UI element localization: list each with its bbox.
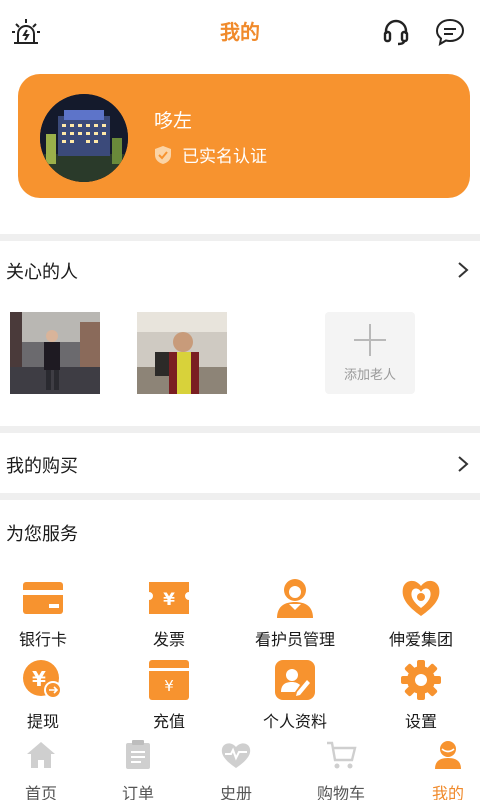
top-bar: 我的 xyxy=(0,0,480,62)
invoice-icon: ¥ xyxy=(149,582,189,614)
service-label: 伸爱集团 xyxy=(388,630,453,649)
service-label: 发票 xyxy=(152,630,185,649)
svg-text:¥: ¥ xyxy=(163,590,175,610)
svg-text:¥: ¥ xyxy=(164,677,174,695)
tab-label: 首页 xyxy=(24,784,57,800)
heart-history-icon xyxy=(221,743,251,768)
service-invoice[interactable]: ¥ 发票 xyxy=(114,576,224,649)
plus-icon xyxy=(354,324,386,356)
home-icon xyxy=(27,742,55,768)
order-icon xyxy=(126,740,150,769)
caregiver-icon xyxy=(277,579,313,618)
profile-card[interactable]: 哆左 已实名认证 xyxy=(18,74,470,198)
care-title: 关心的人 xyxy=(6,262,78,283)
add-elder-button[interactable]: 添加老人 xyxy=(325,312,415,394)
verification-status: 已实名认证 xyxy=(154,142,267,167)
tab-label: 史册 xyxy=(219,784,252,800)
tab-label: 订单 xyxy=(121,784,154,800)
tab-cart[interactable]: 购物车 xyxy=(301,740,381,800)
cart-icon xyxy=(327,741,357,769)
username: 哆左 xyxy=(154,110,193,132)
services-title: 为您服务 xyxy=(6,524,78,545)
service-label: 看护员管理 xyxy=(254,630,335,649)
tab-home[interactable]: 首页 xyxy=(1,740,81,800)
service-label: 设置 xyxy=(404,712,437,731)
tab-label: 购物车 xyxy=(316,784,365,800)
bank-card-icon xyxy=(23,582,63,614)
service-group[interactable]: 伸爱集团 xyxy=(366,576,476,649)
bottom-tab-bar: 首页 订单 史册 购物车 我的 xyxy=(0,734,480,800)
chevron-right-icon xyxy=(458,456,469,472)
tab-mine[interactable]: 我的 xyxy=(408,740,480,800)
purchases-title: 我的购买 xyxy=(6,456,78,477)
chevron-right-icon xyxy=(458,262,469,278)
service-label: 提现 xyxy=(26,712,59,731)
svg-text:¥: ¥ xyxy=(32,667,46,691)
care-person-image xyxy=(137,312,227,394)
care-person-photo[interactable] xyxy=(137,312,227,394)
group-logo-icon xyxy=(402,580,440,616)
add-elder-label: 添加老人 xyxy=(343,368,396,383)
care-person-image xyxy=(10,312,100,394)
service-bank-card[interactable]: 银行卡 xyxy=(0,576,98,649)
user-icon xyxy=(435,741,461,769)
profile-edit-icon xyxy=(275,660,315,700)
withdraw-icon: ¥ xyxy=(23,660,62,699)
settings-gear-icon xyxy=(401,660,441,700)
service-caregiver[interactable]: 看护员管理 xyxy=(240,576,350,649)
service-settings[interactable]: 设置 xyxy=(366,658,476,731)
divider xyxy=(0,426,480,433)
tab-orders[interactable]: 订单 xyxy=(98,740,178,800)
care-person-photo[interactable] xyxy=(10,312,100,394)
headset-icon[interactable] xyxy=(380,16,412,48)
service-label: 个人资料 xyxy=(262,712,327,731)
service-label: 银行卡 xyxy=(18,630,67,649)
recharge-icon: ¥ xyxy=(149,660,189,700)
service-withdraw[interactable]: ¥ 提现 xyxy=(0,658,98,731)
service-label: 充值 xyxy=(152,712,185,731)
divider xyxy=(0,493,480,500)
tab-label: 我的 xyxy=(431,784,464,800)
shield-check-icon xyxy=(155,145,171,164)
avatar[interactable] xyxy=(40,94,128,182)
message-icon[interactable] xyxy=(434,16,466,48)
service-recharge[interactable]: ¥ 充值 xyxy=(114,658,224,731)
tab-history[interactable]: 史册 xyxy=(196,740,276,800)
care-row[interactable]: 关心的人 xyxy=(0,246,480,296)
avatar-photo xyxy=(40,94,128,182)
service-profile[interactable]: 个人资料 xyxy=(240,658,350,731)
verification-label: 已实名认证 xyxy=(182,147,267,167)
divider xyxy=(0,234,480,241)
purchases-row[interactable]: 我的购买 xyxy=(0,440,480,490)
